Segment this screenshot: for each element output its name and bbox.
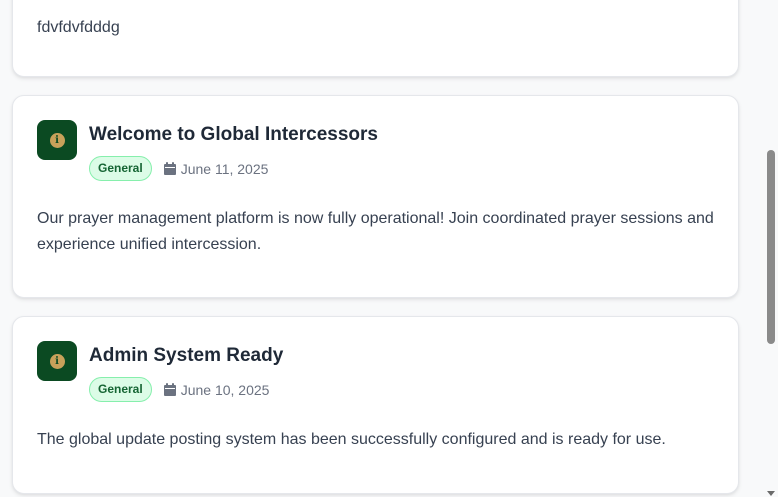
updates-viewport: fdvfdvfdddg i Welcome to Global Interces…: [0, 0, 778, 497]
update-meta: General June 10, 2025: [89, 377, 283, 402]
category-badge: General: [89, 377, 152, 402]
update-date-text: June 10, 2025: [180, 381, 270, 398]
update-body: Our prayer management platform is now fu…: [37, 210, 714, 253]
update-title: Admin System Ready: [89, 345, 284, 366]
update-card: i Welcome to Global Intercessors General: [12, 95, 739, 298]
updates-feed: fdvfdvfdddg i Welcome to Global Interces…: [12, 0, 739, 497]
update-card: fdvfdvfdddg: [12, 0, 739, 77]
update-date: June 10, 2025: [163, 381, 270, 398]
info-icon: i: [37, 341, 77, 381]
update-date-text: June 11, 2025: [180, 160, 269, 177]
update-header-text: Welcome to Global Intercessors General J…: [89, 120, 378, 181]
category-badge: General: [89, 156, 152, 181]
scroll-down-arrow-icon[interactable]: [767, 491, 775, 496]
update-date: June 11, 2025: [163, 160, 269, 177]
info-icon: i: [37, 120, 77, 160]
update-header-text: Admin System Ready General June 10, 2025: [89, 341, 283, 402]
update-title: Welcome to Global Intercessors: [89, 124, 378, 145]
update-header: i Welcome to Global Intercessors General: [37, 120, 378, 181]
vertical-scrollbar[interactable]: [764, 0, 778, 497]
update-body: fdvfdvfdddg: [37, 19, 120, 36]
update-card: i Admin System Ready General June 10, 20…: [12, 316, 739, 494]
update-body: The global update posting system has bee…: [37, 431, 666, 448]
update-header: i Admin System Ready General June 10, 20…: [37, 341, 283, 402]
info-glyph: i: [49, 353, 65, 369]
calendar-icon: [163, 383, 176, 396]
calendar-icon: [163, 162, 176, 175]
info-glyph: i: [49, 132, 65, 148]
update-meta: General June 11, 2025: [89, 156, 378, 181]
scrollbar-thumb[interactable]: [767, 150, 775, 344]
